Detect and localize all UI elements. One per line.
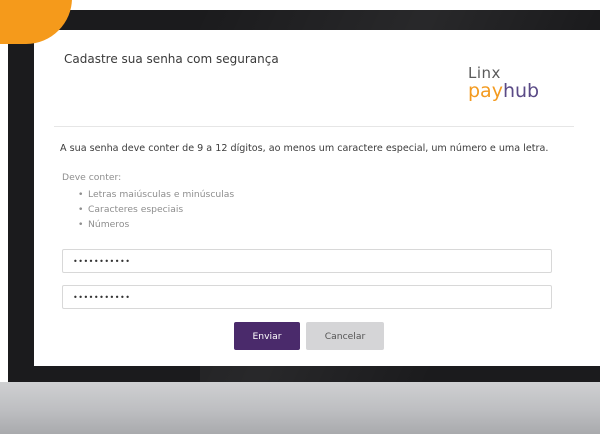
monitor-chin <box>0 382 600 434</box>
step-number: 2 <box>0 0 6 8</box>
bullet-icon: • <box>78 204 84 215</box>
logo-pay-part: pay <box>468 80 503 102</box>
bullet-icon: • <box>78 219 84 230</box>
linx-payhub-logo: Linx payhub <box>468 64 578 108</box>
send-button[interactable]: Enviar <box>234 322 300 350</box>
header-divider <box>54 126 574 127</box>
list-item-label: Caracteres especiais <box>88 204 184 215</box>
confirm-password-input[interactable] <box>63 286 551 308</box>
list-item: • Letras maiúsculas e minúsculas <box>78 187 234 202</box>
password-input[interactable] <box>63 250 551 272</box>
list-item-label: Letras maiúsculas e minúsculas <box>88 189 235 200</box>
logo-hub-part: hub <box>502 80 540 102</box>
list-item: • Caracteres especiais <box>78 202 234 217</box>
must-contain-label: Deve conter: <box>62 172 122 183</box>
page-title: Cadastre sua senha com segurança <box>64 52 279 66</box>
list-item-label: Números <box>88 219 130 230</box>
password-requirements-text: A sua senha deve conter de 9 a 12 dígito… <box>60 143 549 154</box>
requirements-list: • Letras maiúsculas e minúsculas • Caracte… <box>78 187 234 232</box>
confirm-password-field[interactable] <box>62 285 552 309</box>
list-item: • Números <box>78 217 234 232</box>
cancel-button[interactable]: Cancelar <box>306 322 384 350</box>
bullet-icon: • <box>78 189 84 200</box>
app-screen: Cadastre sua senha com segurança Linx pa… <box>34 30 600 366</box>
password-field[interactable] <box>62 249 552 273</box>
logo-payhub-text: payhub <box>468 80 539 102</box>
